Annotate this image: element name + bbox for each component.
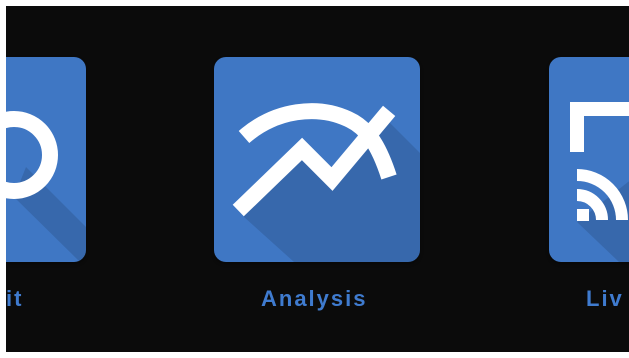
app-tile-left[interactable] <box>6 57 86 262</box>
app-launcher-screen: it Analysis Liv <box>6 6 629 352</box>
analysis-app-label[interactable]: Analysis <box>261 286 368 312</box>
cast-icon <box>570 102 629 262</box>
app-tile-right[interactable] <box>549 57 629 262</box>
app-label-right[interactable]: Liv <box>586 286 624 312</box>
analysis-app-tile[interactable] <box>214 57 420 262</box>
circle-icon <box>6 111 86 262</box>
analysis-chart-icon <box>232 103 420 262</box>
app-label-left[interactable]: it <box>6 286 23 312</box>
